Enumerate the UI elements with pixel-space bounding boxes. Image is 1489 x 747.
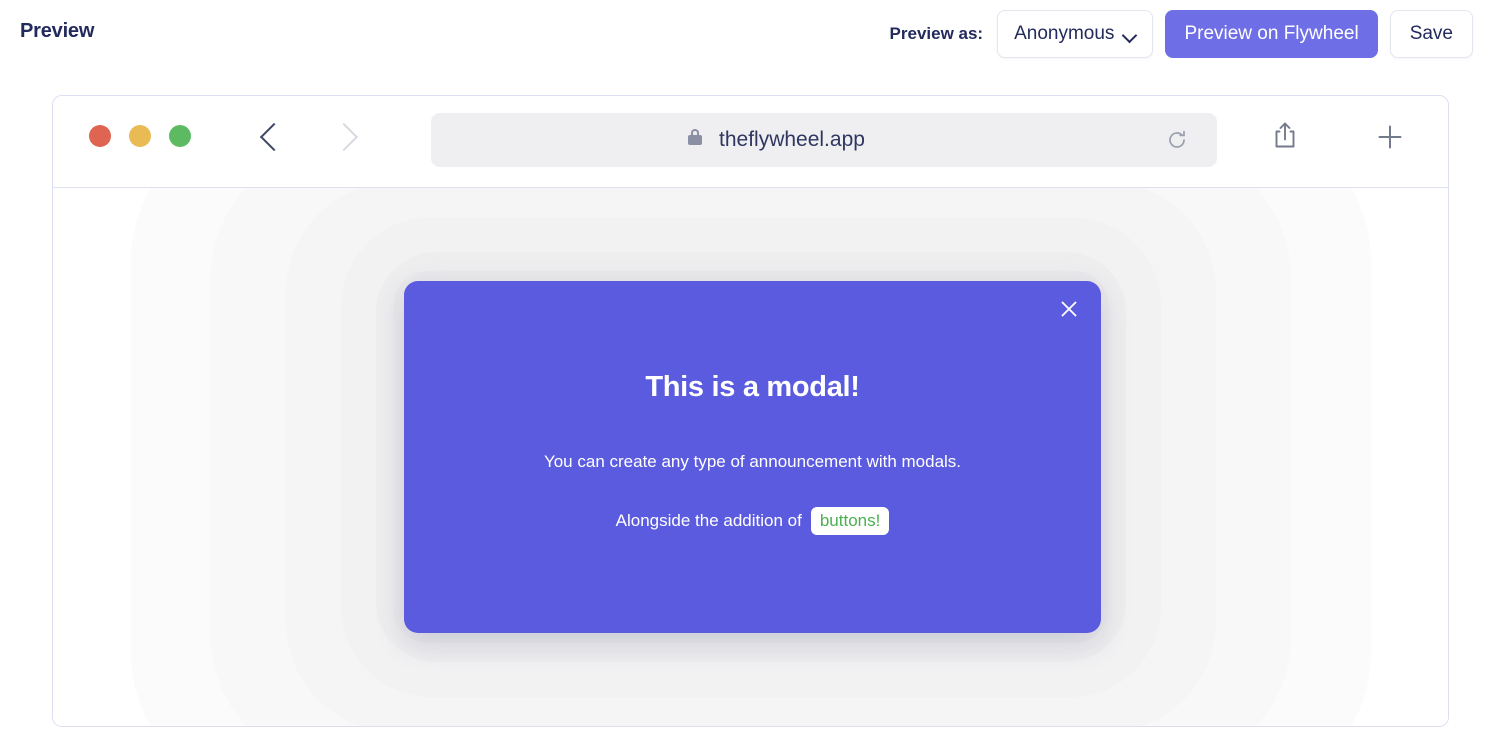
preview-on-flywheel-button[interactable]: Preview on Flywheel (1165, 10, 1378, 58)
chevron-down-icon (1123, 30, 1136, 38)
modal-cta-prefix: Alongside the addition of (615, 511, 802, 530)
save-button[interactable]: Save (1389, 10, 1473, 58)
preview-as-label: Preview as: (889, 24, 984, 43)
announcement-modal: This is a modal! You can create any type… (404, 281, 1101, 633)
chevron-right-icon[interactable] (335, 118, 355, 154)
share-icon[interactable] (1270, 120, 1300, 159)
window-controls (89, 125, 191, 147)
modal-cta-row: Alongside the addition of buttons! (404, 507, 1101, 535)
close-window-dot[interactable] (89, 125, 111, 147)
page-title: Preview (20, 20, 95, 42)
url-bar[interactable]: theflywheel.app (431, 113, 1217, 167)
modal-cta-button[interactable]: buttons! (810, 507, 890, 535)
close-icon[interactable] (1054, 294, 1084, 324)
minimize-window-dot[interactable] (129, 125, 151, 147)
modal-title: This is a modal! (645, 371, 860, 403)
modal-body-text: You can create any type of announcement … (543, 452, 962, 471)
top-toolbar: Preview Preview as: Anonymous Preview on… (0, 0, 1489, 72)
lock-icon (688, 129, 702, 145)
maximize-window-dot[interactable] (169, 125, 191, 147)
chevron-left-icon[interactable] (261, 118, 281, 154)
browser-preview-frame: theflywheel.app This is a modal! You can… (52, 95, 1449, 727)
reload-icon[interactable] (1165, 128, 1189, 152)
plus-icon[interactable] (1375, 120, 1405, 159)
toolbar-actions: Preview as: Anonymous Preview on Flywhee… (890, 10, 1473, 58)
browser-navigation (261, 118, 355, 154)
preview-viewport: This is a modal! You can create any type… (53, 188, 1448, 726)
browser-chrome: theflywheel.app (53, 96, 1448, 188)
preview-as-select[interactable]: Anonymous (997, 10, 1154, 58)
preview-as-select-value: Anonymous (1014, 23, 1115, 44)
url-text: theflywheel.app (719, 128, 865, 151)
